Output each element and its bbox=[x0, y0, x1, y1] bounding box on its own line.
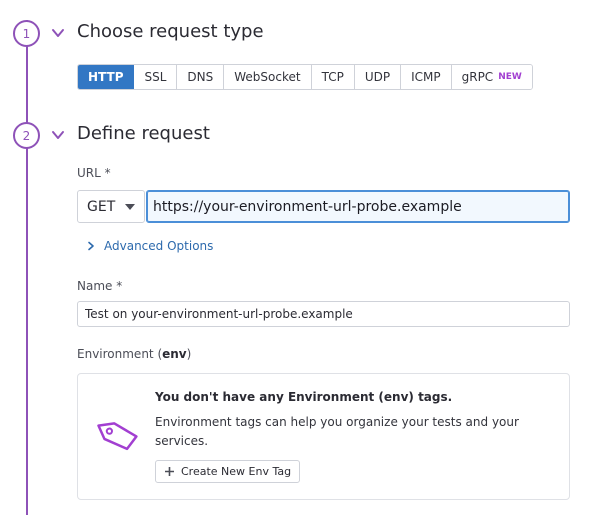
name-input[interactable] bbox=[77, 301, 570, 327]
request-type-grpc[interactable]: gRPC NEW bbox=[451, 65, 532, 89]
http-method-value: GET bbox=[87, 198, 116, 215]
empty-state-description: Environment tags can help you organize y… bbox=[155, 415, 519, 448]
empty-state-title: You don't have any Environment (env) tag… bbox=[155, 390, 453, 404]
request-type-label: gRPC bbox=[461, 70, 494, 84]
name-label: Name * bbox=[77, 279, 123, 293]
environment-label-prefix: Environment ( bbox=[77, 347, 163, 361]
advanced-options-toggle[interactable]: Advanced Options bbox=[86, 239, 213, 253]
step-connector-line bbox=[26, 20, 28, 515]
caret-down-icon bbox=[125, 203, 135, 210]
environment-label: Environment (env) bbox=[77, 347, 191, 361]
request-type-label: UDP bbox=[364, 70, 391, 84]
new-badge: NEW bbox=[498, 72, 522, 82]
request-type-websocket[interactable]: WebSocket bbox=[224, 65, 312, 89]
request-type-dns[interactable]: DNS bbox=[177, 65, 225, 89]
plus-icon bbox=[165, 467, 174, 476]
request-type-http[interactable]: HTTP bbox=[78, 65, 135, 89]
create-env-tag-button[interactable]: Create New Env Tag bbox=[155, 460, 301, 483]
tag-icon bbox=[97, 422, 138, 451]
environment-empty-state: You don't have any Environment (env) tag… bbox=[77, 373, 570, 500]
advanced-options-label: Advanced Options bbox=[104, 239, 214, 253]
request-type-label: TCP bbox=[321, 70, 344, 84]
url-label: URL * bbox=[77, 166, 111, 180]
request-type-label: DNS bbox=[187, 70, 214, 84]
request-type-label: HTTP bbox=[88, 70, 124, 84]
create-env-tag-label: Create New Env Tag bbox=[181, 465, 292, 478]
request-type-label: WebSocket bbox=[234, 70, 301, 84]
request-type-ssl[interactable]: SSL bbox=[134, 65, 178, 89]
request-type-label: SSL bbox=[144, 70, 167, 84]
step-2-title[interactable]: Define request bbox=[77, 123, 210, 144]
step-1-number: 1 bbox=[13, 20, 40, 47]
chevron-down-icon[interactable] bbox=[51, 26, 65, 40]
step-2-number: 2 bbox=[13, 122, 40, 149]
environment-label-suffix: ) bbox=[186, 347, 192, 361]
chevron-down-icon[interactable] bbox=[51, 128, 65, 142]
request-type-selector: HTTP SSL DNS WebSocket TCP UDP ICMP gRPC… bbox=[77, 64, 533, 90]
environment-label-key: env bbox=[162, 347, 187, 361]
step-1-title[interactable]: Choose request type bbox=[77, 21, 264, 42]
request-type-icmp[interactable]: ICMP bbox=[401, 65, 452, 89]
request-type-label: ICMP bbox=[411, 70, 441, 84]
chevron-right-icon bbox=[88, 241, 94, 251]
request-type-tcp[interactable]: TCP bbox=[311, 65, 355, 89]
http-method-select[interactable]: GET bbox=[77, 190, 145, 223]
url-input[interactable] bbox=[146, 190, 570, 223]
request-type-udp[interactable]: UDP bbox=[354, 65, 402, 89]
